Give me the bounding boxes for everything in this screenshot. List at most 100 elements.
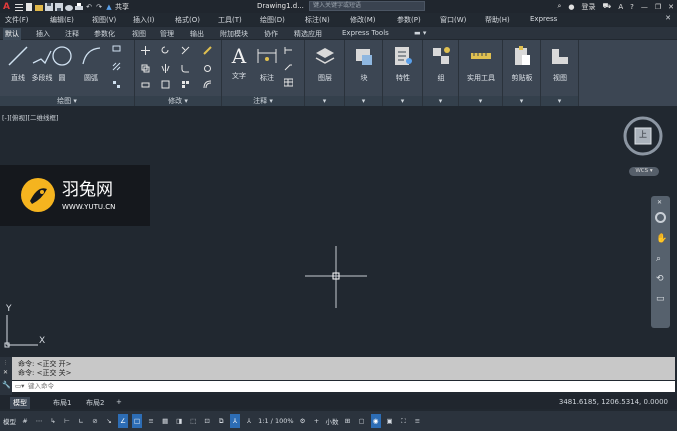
fillet-icon[interactable] — [181, 64, 190, 73]
offset-icon[interactable] — [203, 80, 212, 89]
cloud-save-icon[interactable] — [65, 3, 73, 11]
cart-icon[interactable]: ⛟ — [603, 2, 612, 11]
isolate-objects-icon[interactable]: ◉ — [370, 414, 381, 428]
move-icon[interactable] — [141, 46, 150, 55]
showmotion-icon[interactable]: ▭ — [656, 294, 665, 304]
tab-annotate[interactable]: 注释 — [63, 28, 81, 40]
dynamic-input-icon[interactable]: ⊢ — [62, 414, 72, 428]
auto-scale-icon[interactable]: ⅄ — [244, 414, 254, 428]
clipboard-dropdown-icon[interactable]: ▾ — [503, 96, 540, 106]
close-button[interactable]: ✕ — [668, 3, 674, 11]
view-dropdown-icon[interactable]: ▾ — [541, 96, 578, 106]
share-icon[interactable]: ▲ — [105, 3, 113, 11]
tab-output[interactable]: 输出 — [188, 28, 206, 40]
tab-collaborate[interactable]: 协作 — [262, 28, 280, 40]
lock-ui-icon[interactable]: ▢ — [357, 414, 367, 428]
lineweight-icon[interactable]: ≡ — [146, 414, 156, 428]
pan-icon[interactable]: ✋ — [656, 234, 667, 244]
units-dropdown[interactable]: 小数 — [326, 414, 339, 428]
selection-filter-icon[interactable]: ⧉ — [216, 414, 226, 428]
share-label[interactable]: 共享 — [115, 2, 129, 12]
block-dropdown-icon[interactable]: ▾ — [345, 96, 382, 106]
tab-express-tools[interactable]: Express Tools — [340, 28, 391, 38]
menu-item[interactable]: 编辑(E) — [50, 15, 74, 25]
draw-panel-label[interactable]: 绘图 ▾ — [0, 96, 134, 106]
search-icon[interactable]: ⌕ — [557, 2, 561, 11]
properties-button[interactable]: 特性 — [385, 42, 421, 94]
open-folder-icon[interactable] — [35, 3, 43, 11]
menu-item[interactable]: 插入(I) — [133, 15, 155, 25]
autodesk-a-icon[interactable]: A — [618, 3, 623, 11]
viewcube-face-label[interactable]: 上 — [639, 129, 647, 140]
layers-dropdown-icon[interactable]: ▾ — [305, 96, 344, 106]
osnap-icon[interactable]: □ — [132, 414, 143, 428]
drawing-viewport[interactable]: [-][俯视][二维线框] Y X — [0, 106, 677, 357]
table-icon[interactable] — [283, 78, 294, 87]
orbit-icon[interactable]: ⟲ — [656, 274, 664, 284]
view-panel[interactable]: 视图 ▾ — [541, 40, 579, 106]
command-input[interactable]: ▭▾ 键入命令 — [12, 381, 675, 392]
groups-button[interactable]: 组 — [423, 42, 459, 94]
copy-icon[interactable] — [141, 64, 150, 73]
tab-layout2[interactable]: 布局2 — [83, 397, 107, 409]
tab-featured-apps[interactable]: 精选应用 — [292, 28, 324, 40]
menu-item[interactable]: 工具(T) — [218, 15, 242, 25]
transparency-icon[interactable]: ▦ — [160, 414, 170, 428]
properties-panel[interactable]: 特性 ▾ — [383, 40, 423, 106]
utilities-dropdown-icon[interactable]: ▾ — [459, 96, 502, 106]
close-doc-icon[interactable]: ✕ — [665, 14, 671, 22]
command-close-icon[interactable]: ✕ — [3, 369, 8, 376]
osnap-tracking-icon[interactable]: ∠ — [118, 414, 128, 428]
snap-icon[interactable]: ⋯ — [34, 414, 44, 428]
workspace-gear-icon[interactable]: ⚙ — [298, 414, 308, 428]
array-modify-icon[interactable] — [181, 80, 190, 89]
clipboard-panel[interactable]: 剪贴板 ▾ — [503, 40, 541, 106]
selection-cycling-icon[interactable]: ◨ — [174, 414, 184, 428]
viewcube[interactable]: 上 — [622, 114, 664, 158]
annotation-visibility-icon[interactable]: ⅄ — [230, 414, 241, 428]
autocad-logo-icon[interactable]: A — [3, 2, 13, 12]
tab-layout1[interactable]: 布局1 — [50, 397, 74, 409]
isodraft-icon[interactable]: ↘ — [104, 414, 114, 428]
properties-dropdown-icon[interactable]: ▾ — [383, 96, 422, 106]
redo-icon[interactable]: ↷ — [95, 3, 103, 11]
customize-icon[interactable]: 🔧 — [2, 381, 11, 389]
menu-item[interactable]: 标注(N) — [305, 15, 330, 25]
save-icon[interactable] — [45, 3, 53, 11]
menu-item[interactable]: 格式(O) — [175, 15, 200, 25]
hardware-acceleration-icon[interactable]: ▣ — [385, 414, 395, 428]
layers-panel[interactable]: 图层 ▾ — [305, 40, 345, 106]
leader-icon[interactable] — [284, 62, 293, 71]
save-as-icon[interactable] — [55, 3, 63, 11]
dynamic-ucs-icon[interactable]: ⊡ — [202, 414, 212, 428]
groups-panel[interactable]: 组 ▾ — [423, 40, 459, 106]
arc-button[interactable]: 圆弧 — [76, 42, 106, 94]
tab-manage[interactable]: 管理 — [158, 28, 176, 40]
block-button[interactable]: 块 — [346, 42, 382, 94]
viewport-controls-label[interactable]: [-][俯视][二维线框] — [2, 112, 59, 122]
infer-constraints-icon[interactable]: ↳ — [48, 414, 58, 428]
groups-dropdown-icon[interactable]: ▾ — [423, 96, 458, 106]
menu-item[interactable]: 文件(F) — [5, 15, 29, 25]
command-prompt-icon[interactable]: ▭▾ — [15, 381, 24, 392]
utilities-button[interactable]: 实用工具 — [463, 42, 499, 94]
hamburger-menu-icon[interactable] — [15, 3, 23, 11]
navigation-bar[interactable]: ✕ ✋ ⌕ ⟲ ▭ — [651, 196, 670, 328]
block-panel[interactable]: 块 ▾ — [345, 40, 383, 106]
tab-insert[interactable]: 插入 — [34, 28, 52, 40]
dimension-button[interactable]: 标注 — [252, 42, 282, 94]
quick-properties-icon[interactable]: ⊞ — [343, 414, 353, 428]
customization-icon[interactable]: ≡ — [413, 414, 423, 428]
array-icon[interactable] — [112, 80, 121, 89]
user-icon[interactable]: ● — [568, 3, 574, 11]
clean-screen-icon[interactable]: ⛶ — [399, 414, 409, 428]
explode-icon[interactable] — [203, 64, 212, 73]
rectangle-icon[interactable] — [112, 44, 121, 53]
hatch-icon[interactable] — [112, 62, 121, 71]
circle-button[interactable]: 圆 — [48, 42, 76, 94]
plot-icon[interactable] — [75, 3, 83, 11]
tab-parametric[interactable]: 参数化 — [92, 28, 117, 40]
tab-addins[interactable]: 附加模块 — [218, 28, 250, 40]
grip-icon[interactable]: ⋮ — [3, 360, 8, 366]
layers-button[interactable]: 图层 — [307, 42, 343, 94]
